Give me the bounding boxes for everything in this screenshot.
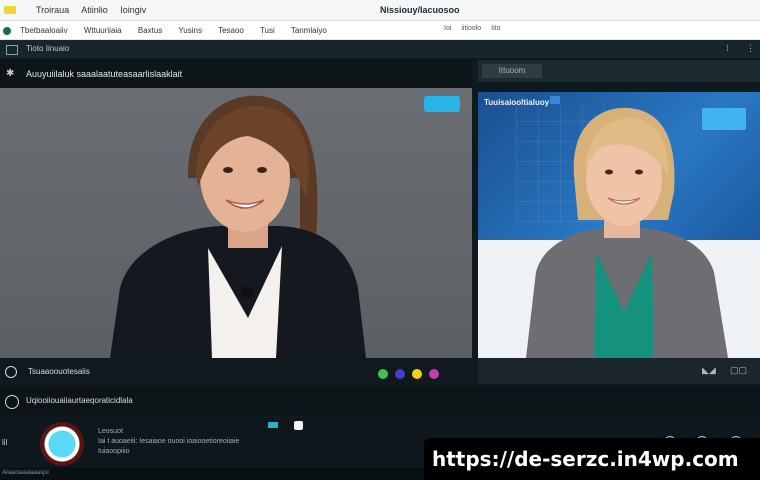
user-avatar[interactable] — [40, 422, 84, 466]
more-icon[interactable]: ⋮ — [746, 43, 755, 54]
window-icon[interactable] — [6, 45, 18, 55]
options-icon[interactable]: ▢▢ — [730, 365, 747, 376]
status-text: Aiiaaoaaaiaaasjsi — [2, 470, 49, 476]
menu-item[interactable]: Wttuuriiaia — [84, 26, 122, 35]
chat-message-line: Iuiaoopiiio — [98, 448, 130, 455]
reaction-dot-button[interactable] — [378, 368, 388, 379]
menu-item[interactable]: Baxtus — [138, 26, 162, 35]
menu-items: Tbetbaaloaiiv Wttuuriiaia Baxtus Yusins … — [20, 26, 341, 35]
participant-video-left — [110, 95, 366, 358]
main-video-tile[interactable] — [0, 88, 472, 358]
reaction-dot-button[interactable] — [429, 368, 439, 379]
menu-item[interactable]: Tesaoo — [218, 26, 244, 35]
chat-toggle-button[interactable] — [294, 421, 303, 430]
meeting-label: Tioto Iinuaio — [26, 44, 70, 53]
main-tile-title: Auuyuiilaluk saaalaatuteasaarlislaaklait — [26, 69, 183, 79]
title-tab[interactable]: Atiinlio — [81, 5, 108, 15]
record-icon[interactable] — [5, 366, 17, 378]
reaction-dot-button[interactable] — [395, 368, 405, 379]
menu-item[interactable]: Tbetbaaloaiiv — [20, 26, 68, 35]
reaction-buttons — [378, 365, 446, 383]
url-watermark-banner: https://de-serzc.in4wp.com — [424, 438, 760, 480]
title-tabs: Troiraua Atiinlio Ioingiv — [36, 5, 156, 15]
caption-text: Uqiooiiouaiiaurtaeqoraticidlala — [26, 396, 133, 405]
chat-message-line: Leosuot — [98, 428, 123, 435]
title-tab[interactable]: Troiraua — [36, 5, 69, 15]
menu-right-items: Ioi iitioolo Iito — [444, 25, 509, 32]
main-tile-header: ✱ Auuyuiilaluk saaalaatuteasaarlislaakla… — [0, 60, 472, 88]
participant-status-text: Tsuaaoouotesaiis — [28, 367, 90, 376]
secondary-controls-bar: ◣◢ ▢▢ — [478, 358, 760, 384]
chat-indicator-icon — [268, 422, 278, 428]
menu-item[interactable]: Yusins — [178, 26, 202, 35]
chat-left-label: lil — [2, 438, 8, 447]
title-tab[interactable]: Ioingiv — [120, 5, 146, 15]
watermark-url: https://de-serzc.in4wp.com — [432, 447, 739, 471]
menu-item[interactable]: Tusi — [260, 26, 275, 35]
chat-message-line: Iai t auoaeiii: Iesaiaoe ouooi ioaiooeti… — [98, 438, 240, 445]
caption-icon[interactable] — [5, 395, 19, 409]
secondary-video-tile[interactable]: Tuuisaiooltialuoy — [478, 92, 760, 358]
right-tile-header: Ittuoom — [478, 60, 760, 82]
camera-icon[interactable]: ◣◢ — [702, 365, 716, 376]
settings-icon[interactable]: ✱ — [6, 68, 14, 79]
right-tile-tab[interactable]: Ittuoom — [482, 64, 542, 78]
app-icon — [4, 6, 16, 14]
menu-right-item[interactable]: Ioi — [444, 25, 451, 32]
menu-right-item[interactable]: iitioolo — [461, 25, 481, 32]
reaction-dot-button[interactable] — [412, 368, 422, 379]
title-bar: Troiraua Atiinlio Ioingiv Nissiouy/Iacuo… — [0, 0, 760, 21]
status-dot-icon — [3, 27, 11, 35]
caption-bar: Uqiooiiouaiiaurtaeqoraticidlala — [0, 386, 760, 416]
mic-icon[interactable]: ⁝ — [726, 43, 729, 54]
menu-bar: Tbetbaaloaiiv Wttuuriiaia Baxtus Yusins … — [0, 21, 760, 40]
window-title: Nissiouy/Iacuosoo — [380, 5, 460, 15]
menu-right-item[interactable]: Iito — [491, 25, 500, 32]
participant-controls-bar: Tsuaaoouotesaiis — [0, 358, 472, 384]
menu-item[interactable]: Tanmlaiyo — [291, 26, 327, 35]
participant-video-right — [526, 107, 728, 358]
meeting-toolbar: Tioto Iinuaio ⁝ ⋮ — [0, 40, 760, 58]
